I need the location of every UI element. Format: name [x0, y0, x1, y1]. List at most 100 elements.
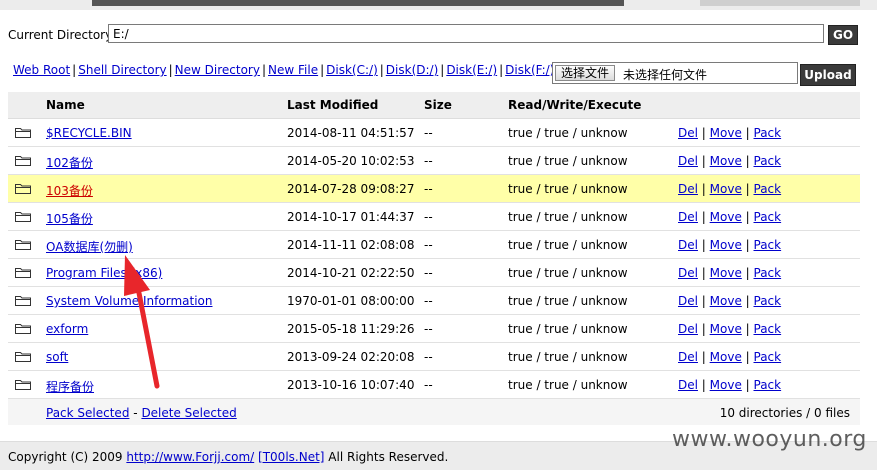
- folder-name-link[interactable]: soft: [46, 350, 68, 364]
- delete-link[interactable]: Del: [678, 266, 698, 280]
- no-file-chosen-text: 未选择任何文件: [623, 68, 708, 82]
- last-modified-cell: 2013-10-16 10:07:40: [287, 378, 415, 392]
- folder-icon: [15, 240, 31, 250]
- last-modified-cell: 2014-11-11 02:08:08: [287, 238, 415, 252]
- shell-directory-link[interactable]: Shell Directory: [78, 63, 166, 77]
- delete-selected-link[interactable]: Delete Selected: [141, 406, 236, 420]
- current-directory-label: Current Directory: [8, 28, 113, 42]
- web-root-link[interactable]: Web Root: [13, 63, 70, 77]
- pack-link[interactable]: Pack: [754, 350, 782, 364]
- copyright-text: Copyright (C) 2009: [8, 450, 123, 464]
- folder-name-link[interactable]: OA数据库(勿删): [46, 240, 133, 254]
- folder-name-link[interactable]: exform: [46, 322, 88, 336]
- pack-link[interactable]: Pack: [754, 182, 782, 196]
- delete-link[interactable]: Del: [678, 210, 698, 224]
- move-link[interactable]: Move: [710, 378, 742, 392]
- delete-link[interactable]: Del: [678, 322, 698, 336]
- permissions-cell: true / true / unknow: [508, 378, 628, 392]
- size-cell: --: [424, 378, 433, 392]
- top-strip-light-region: [700, 0, 860, 6]
- folder-icon: [15, 128, 31, 138]
- last-modified-cell: 2014-05-20 10:02:53: [287, 154, 415, 168]
- move-link[interactable]: Move: [710, 294, 742, 308]
- last-modified-cell: 2015-05-18 11:29:26: [287, 322, 415, 336]
- pack-link[interactable]: Pack: [754, 126, 782, 140]
- pack-link[interactable]: Pack: [754, 266, 782, 280]
- watermark-text: www.wooyun.org: [672, 427, 867, 452]
- last-modified-cell: 2013-09-24 02:20:08: [287, 350, 415, 364]
- disk-f-link[interactable]: Disk(F:/): [505, 63, 554, 77]
- delete-link[interactable]: Del: [678, 154, 698, 168]
- upload-button[interactable]: Upload: [800, 64, 856, 86]
- folder-name-link[interactable]: 程序备份: [46, 380, 94, 394]
- top-strip-dark-region: [92, 0, 624, 6]
- table-row: 102备份 2014-05-20 10:02:53 -- true / true / …: [8, 147, 860, 175]
- size-cell: --: [424, 322, 433, 336]
- folder-name-link[interactable]: 105备份: [46, 212, 93, 226]
- pack-link[interactable]: Pack: [754, 210, 782, 224]
- move-link[interactable]: Move: [710, 350, 742, 364]
- folder-name-link[interactable]: System Volume Information: [46, 294, 212, 308]
- table-row: 程序备份 2013-10-16 10:07:40 -- true / true / u…: [8, 371, 860, 399]
- toolbar: Web Root | Shell Directory | New Directory | N…: [8, 58, 860, 88]
- move-link[interactable]: Move: [710, 210, 742, 224]
- pack-selected-link[interactable]: Pack Selected: [46, 406, 129, 420]
- folder-name-link[interactable]: Program Files (x86): [46, 266, 162, 280]
- new-directory-link[interactable]: New Directory: [175, 63, 260, 77]
- disk-e-link[interactable]: Disk(E:/): [446, 63, 497, 77]
- file-table: Name Last Modified Size Read/Write/Execu…: [8, 92, 860, 425]
- folder-name-link[interactable]: $RECYCLE.BIN: [46, 126, 132, 140]
- folder-icon: [15, 324, 31, 334]
- directory-input[interactable]: E:/: [108, 24, 824, 43]
- folder-icon: [15, 156, 31, 166]
- last-modified-cell: 2014-07-28 09:08:27: [287, 182, 415, 196]
- pack-link[interactable]: Pack: [754, 294, 782, 308]
- pack-link[interactable]: Pack: [754, 322, 782, 336]
- move-link[interactable]: Move: [710, 182, 742, 196]
- move-link[interactable]: Move: [710, 322, 742, 336]
- pack-link[interactable]: Pack: [754, 378, 782, 392]
- folder-icon: [15, 352, 31, 362]
- table-row: OA数据库(勿删) 2014-11-11 02:08:08 -- true / tru…: [8, 231, 860, 259]
- folder-icon: [15, 380, 31, 390]
- size-cell: --: [424, 182, 433, 196]
- folder-name-link[interactable]: 103备份: [46, 184, 93, 198]
- permissions-cell: true / true / unknow: [508, 350, 628, 364]
- move-link[interactable]: Move: [710, 266, 742, 280]
- delete-link[interactable]: Del: [678, 378, 698, 392]
- choose-file-button[interactable]: 选择文件: [555, 65, 615, 81]
- table-row: soft 2013-09-24 02:20:08 -- true / true / u…: [8, 343, 860, 371]
- disk-d-link[interactable]: Disk(D:/): [386, 63, 438, 77]
- toolbar-links: Web Root | Shell Directory | New Directory | N…: [13, 63, 555, 77]
- new-file-link[interactable]: New File: [268, 63, 318, 77]
- delete-link[interactable]: Del: [678, 126, 698, 140]
- delete-link[interactable]: Del: [678, 294, 698, 308]
- size-cell: --: [424, 350, 433, 364]
- permissions-cell: true / true / unknow: [508, 266, 628, 280]
- permissions-cell: true / true / unknow: [508, 238, 628, 252]
- size-cell: --: [424, 266, 433, 280]
- table-row: $RECYCLE.BIN 2014-08-11 04:51:57 -- true / …: [8, 119, 860, 147]
- delete-link[interactable]: Del: [678, 182, 698, 196]
- pack-link[interactable]: Pack: [754, 238, 782, 252]
- folder-name-link[interactable]: 102备份: [46, 156, 93, 170]
- pack-link[interactable]: Pack: [754, 154, 782, 168]
- size-cell: --: [424, 210, 433, 224]
- disk-c-link[interactable]: Disk(C:/): [326, 63, 378, 77]
- go-button[interactable]: GO: [828, 25, 858, 45]
- last-modified-cell: 2014-10-17 01:44:37: [287, 210, 415, 224]
- move-link[interactable]: Move: [710, 238, 742, 252]
- file-upload-field[interactable]: 选择文件 未选择任何文件: [552, 62, 798, 84]
- delete-link[interactable]: Del: [678, 350, 698, 364]
- folder-icon: [15, 184, 31, 194]
- move-link[interactable]: Move: [710, 154, 742, 168]
- folder-icon: [15, 268, 31, 278]
- site-link[interactable]: http://www.Forjj.com/: [126, 450, 254, 464]
- permissions-cell: true / true / unknow: [508, 322, 628, 336]
- table-row: exform 2015-05-18 11:29:26 -- true / true /…: [8, 315, 860, 343]
- header-permissions: Read/Write/Execute: [508, 98, 642, 112]
- table-row: System Volume Information 1970-01-01 08:0…: [8, 287, 860, 315]
- team-link[interactable]: [T00ls.Net]: [258, 450, 324, 464]
- move-link[interactable]: Move: [710, 126, 742, 140]
- delete-link[interactable]: Del: [678, 238, 698, 252]
